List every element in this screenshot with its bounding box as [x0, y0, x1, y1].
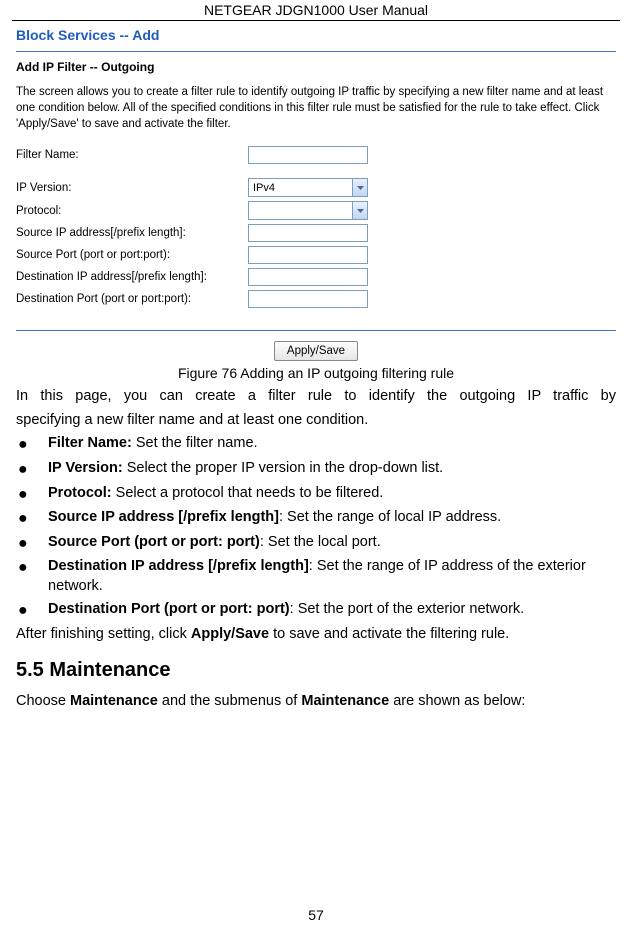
- panel-title: Add IP Filter -- Outgoing: [16, 60, 616, 74]
- label-ip-version: IP Version:: [16, 182, 248, 194]
- list-item: ● Protocol: Select a protocol that needs…: [16, 484, 616, 506]
- src-ip-input[interactable]: [248, 224, 368, 242]
- divider: [16, 51, 616, 52]
- chevron-down-icon: [352, 179, 367, 196]
- ip-version-value: IPv4: [253, 182, 275, 194]
- heading-maintenance: 5.5 Maintenance: [16, 659, 616, 682]
- apply-wrap: Apply/Save: [16, 341, 616, 361]
- dst-port-input[interactable]: [248, 290, 368, 308]
- page-header: NETGEAR JDGN1000 User Manual: [12, 0, 620, 21]
- label-src-ip: Source IP address[/prefix length]:: [16, 227, 248, 239]
- page-number: 57: [0, 907, 632, 923]
- label-dst-ip: Destination IP address[/prefix length]:: [16, 271, 248, 283]
- row-filter-name: Filter Name:: [16, 146, 616, 164]
- filter-name-input[interactable]: [248, 146, 368, 164]
- dst-ip-input[interactable]: [248, 268, 368, 286]
- row-dst-ip: Destination IP address[/prefix length]:: [16, 268, 616, 286]
- label-filter-name: Filter Name:: [16, 149, 248, 161]
- row-dst-port: Destination Port (port or port:port):: [16, 290, 616, 308]
- intro-line2: specifying a new filter name and at leas…: [16, 411, 616, 431]
- apply-save-button[interactable]: Apply/Save: [274, 341, 358, 361]
- maintenance-text: Choose Maintenance and the submenus of M…: [16, 692, 616, 712]
- list-item: ● Filter Name: Set the filter name.: [16, 434, 616, 456]
- ip-version-select[interactable]: IPv4: [248, 178, 368, 197]
- label-dst-port: Destination Port (port or port:port):: [16, 293, 248, 305]
- list-item: ● Destination IP address [/prefix length…: [16, 557, 616, 596]
- row-src-ip: Source IP address[/prefix length]:: [16, 224, 616, 242]
- bullet-icon: ●: [16, 600, 48, 622]
- bullet-icon: ●: [16, 533, 48, 555]
- row-protocol: Protocol:: [16, 201, 616, 220]
- protocol-select[interactable]: [248, 201, 368, 220]
- list-item: ● Destination Port (port or port: port):…: [16, 600, 616, 622]
- row-src-port: Source Port (port or port:port):: [16, 246, 616, 264]
- divider: [16, 330, 616, 331]
- bullet-icon: ●: [16, 508, 48, 530]
- list-item: ● IP Version: Select the proper IP versi…: [16, 459, 616, 481]
- bullet-icon: ●: [16, 557, 48, 596]
- list-item: ● Source IP address [/prefix length]: Se…: [16, 508, 616, 530]
- filter-panel: Add IP Filter -- Outgoing The screen all…: [16, 51, 616, 361]
- bullet-icon: ●: [16, 434, 48, 456]
- chevron-down-icon: [352, 202, 367, 219]
- bullet-icon: ●: [16, 459, 48, 481]
- label-src-port: Source Port (port or port:port):: [16, 249, 248, 261]
- panel-description: The screen allows you to create a filter…: [16, 84, 616, 132]
- figure-caption: Figure 76 Adding an IP outgoing filterin…: [16, 365, 616, 381]
- bullet-icon: ●: [16, 484, 48, 506]
- row-ip-version: IP Version: IPv4: [16, 178, 616, 197]
- after-text: After finishing setting, click Apply/Sav…: [16, 625, 616, 645]
- label-protocol: Protocol:: [16, 205, 248, 217]
- list-item: ● Source Port (port or port: port): Set …: [16, 533, 616, 555]
- section-title: Block Services -- Add: [16, 27, 616, 43]
- header-title: NETGEAR JDGN1000 User Manual: [204, 2, 428, 18]
- intro-line1: In this page, you can create a filter ru…: [16, 387, 616, 407]
- src-port-input[interactable]: [248, 246, 368, 264]
- bullet-list: ● Filter Name: Set the filter name. ● IP…: [16, 434, 616, 621]
